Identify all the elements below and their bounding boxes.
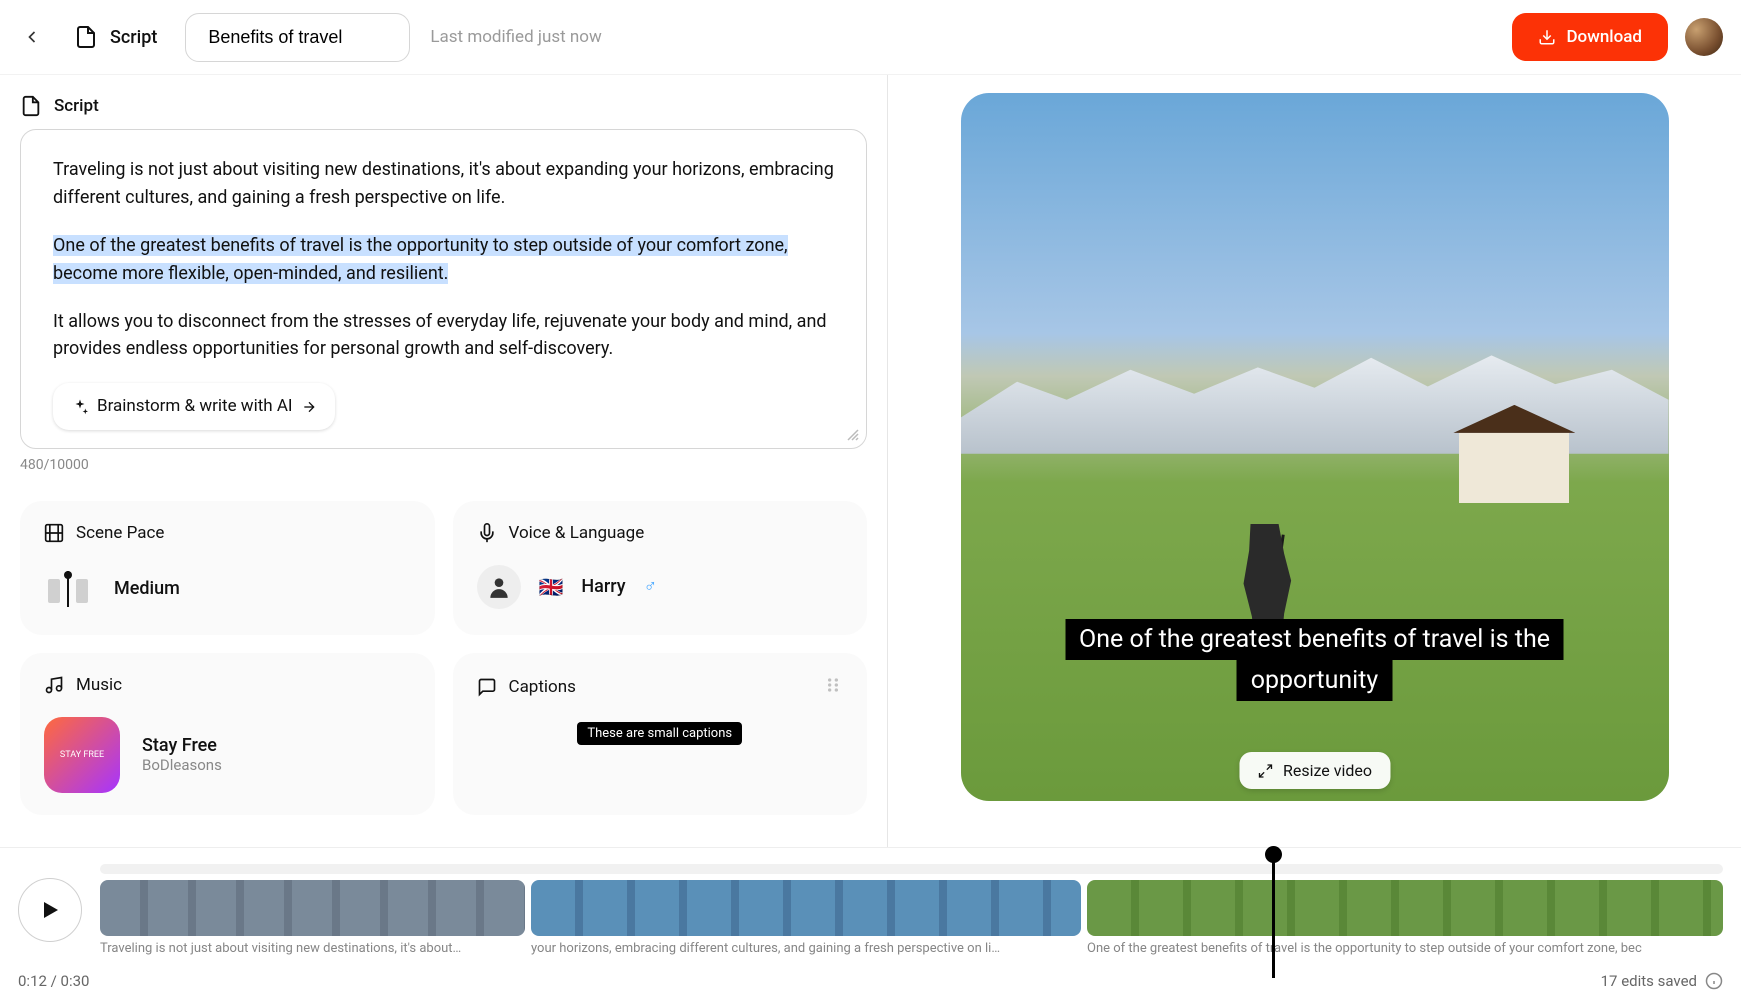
caption-icon [477,677,497,697]
pace-medium-icon [44,565,92,613]
voice-title: Voice & Language [509,523,645,543]
sparkle-icon [71,398,89,416]
ai-button-label: Brainstorm & write with AI [97,393,293,419]
timeline-clip-3[interactable] [1087,880,1723,936]
brainstorm-ai-button[interactable]: Brainstorm & write with AI [53,383,335,429]
play-icon [38,898,62,922]
script-section-header: Script [20,95,867,117]
project-title-input[interactable] [185,13,410,62]
back-button[interactable] [18,23,46,51]
timeline-clip-2[interactable] [531,880,1081,936]
script-textarea[interactable]: Traveling is not just about visiting new… [20,129,867,449]
voice-avatar [477,565,521,609]
expand-icon [1257,763,1273,779]
edits-saved: 17 edits saved [1601,972,1697,990]
voice-name: Harry [581,576,625,597]
scrub-bar[interactable] [100,864,1723,874]
music-track-name: Stay Free [142,735,222,756]
clip-2-caption: your horizons, embracing different cultu… [531,941,1081,956]
info-icon[interactable] [1705,972,1723,990]
person-icon [486,574,512,600]
music-cover-text: STAY FREE [60,750,104,760]
captions-title: Captions [509,677,576,697]
flag-icon: 🇬🇧 [539,575,564,599]
play-button[interactable] [18,878,82,942]
document-icon [20,95,42,117]
captions-card[interactable]: Captions These are small captions [453,653,868,815]
playback-time: 0:12 / 0:30 [18,972,89,990]
gender-icon: ♂ [644,576,658,597]
resize-video-label: Resize video [1283,761,1372,780]
download-button[interactable]: Download [1512,13,1668,61]
char-counter: 480/10000 [20,457,867,473]
clip-3-caption: One of the greatest benefits of travel i… [1087,941,1723,956]
script-label: Script [110,27,157,48]
script-paragraph-2-highlighted: One of the greatest benefits of travel i… [53,235,788,284]
preview-pane: One of the greatest benefits of travel i… [888,75,1741,847]
download-label: Download [1566,27,1642,47]
music-card[interactable]: Music STAY FREE Stay Free BoDleasons [20,653,435,815]
video-preview[interactable]: One of the greatest benefits of travel i… [961,93,1669,801]
caption-sample-chip: These are small captions [577,722,742,745]
last-modified-text: Last modified just now [430,27,601,47]
film-icon [44,523,64,543]
app-header: Script Last modified just now Download [0,0,1741,75]
playhead[interactable] [1272,858,1275,978]
microphone-icon [477,523,497,543]
voice-language-card[interactable]: Voice & Language 🇬🇧 Harry ♂ [453,501,868,635]
timeline-clip-1[interactable] [100,880,525,936]
left-pane: Script Traveling is not just about visit… [0,75,888,847]
document-icon [74,25,98,49]
caption-line-1: One of the greatest benefits of travel i… [1065,619,1564,660]
script-paragraph-1: Traveling is not just about visiting new… [53,156,834,212]
music-cover: STAY FREE [44,717,120,793]
arrow-right-icon [301,399,317,415]
music-note-icon [44,675,64,695]
chevron-left-icon [22,27,42,47]
caption-line-2: opportunity [1237,660,1393,701]
caption-overlay: One of the greatest benefits of travel i… [1065,619,1564,701]
timeline-track[interactable]: Traveling is not just about visiting new… [100,864,1723,956]
download-icon [1538,28,1556,46]
resize-video-button[interactable]: Resize video [1239,752,1390,789]
script-heading: Script [54,96,99,116]
music-title: Music [76,675,122,695]
scene-pace-title: Scene Pace [76,523,164,543]
script-paragraph-3: It allows you to disconnect from the str… [53,308,834,364]
resize-handle-icon[interactable] [846,428,860,442]
user-avatar[interactable] [1685,18,1723,56]
scene-pace-card[interactable]: Scene Pace Medium [20,501,435,635]
house-graphic [1459,433,1569,503]
scene-pace-value: Medium [114,578,180,599]
timeline-section: Traveling is not just about visiting new… [0,847,1741,1000]
drag-handle-icon[interactable] [823,675,843,700]
music-artist: BoDleasons [142,756,222,774]
clip-1-caption: Traveling is not just about visiting new… [100,941,525,956]
